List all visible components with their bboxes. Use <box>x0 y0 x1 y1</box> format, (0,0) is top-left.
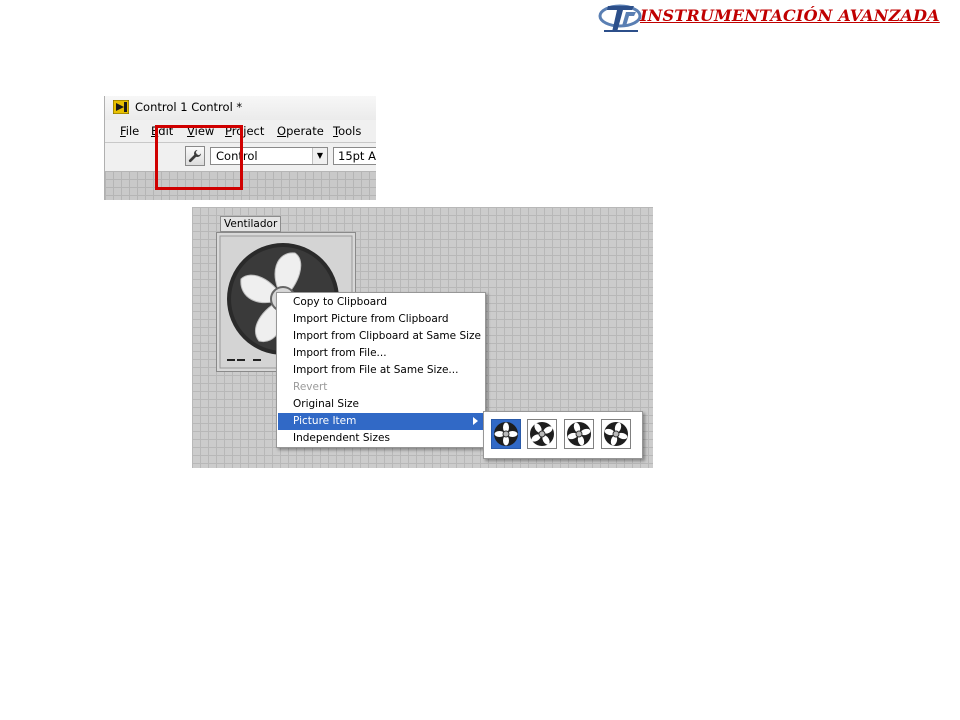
fan-picture-icon <box>494 422 518 446</box>
picture-item-submenu <box>483 411 643 459</box>
fan-picture-icon <box>567 422 591 446</box>
chevron-down-icon: ▼ <box>312 148 327 164</box>
fan-picture-icon <box>530 422 554 446</box>
menu-item-import-from-file[interactable]: Import from File... <box>278 345 484 362</box>
menu-item-revert: Revert <box>293 381 328 393</box>
picture-item-thumb-2[interactable] <box>527 419 557 449</box>
menu-operate[interactable]: Operate <box>277 124 324 138</box>
menu-item-original-size[interactable]: Original Size <box>278 396 484 413</box>
fan-control-label: Ventilador <box>220 216 282 232</box>
picture-item-thumb-1[interactable] <box>491 419 521 449</box>
window-title: Control 1 Control * <box>135 100 243 114</box>
picture-item-thumb-4[interactable] <box>601 419 631 449</box>
menu-item-independent-sizes[interactable]: Independent Sizes <box>278 430 484 447</box>
menu-item-copy-to-clipboard[interactable]: Copy to Clipboard <box>278 294 484 311</box>
context-menu: Copy to Clipboard Import Picture from Cl… <box>276 292 486 448</box>
window-titlebar: Control 1 Control * <box>105 96 376 120</box>
picture-item-thumb-3[interactable] <box>564 419 594 449</box>
faculty-logo-icon <box>598 4 642 32</box>
labview-app-icon <box>113 100 129 114</box>
submenu-arrow-icon <box>473 417 478 425</box>
menu-item-picture-item[interactable]: Picture Item <box>278 413 484 430</box>
menu-file[interactable]: File <box>120 124 139 138</box>
menu-item-import-from-clipboard-same-size[interactable]: Import from Clipboard at Same Size <box>278 328 484 345</box>
menu-tools[interactable]: Tools <box>333 124 361 138</box>
header-title: INSTRUMENTACIÓN AVANZADA <box>640 6 940 25</box>
menu-item-import-from-file-same-size[interactable]: Import from File at Same Size... <box>278 362 484 379</box>
font-select[interactable]: 15pt Ap <box>333 147 376 165</box>
highlight-annotation <box>155 125 243 190</box>
fan-picture-icon <box>604 422 628 446</box>
menu-item-import-picture-from-clipboard[interactable]: Import Picture from Clipboard <box>278 311 484 328</box>
